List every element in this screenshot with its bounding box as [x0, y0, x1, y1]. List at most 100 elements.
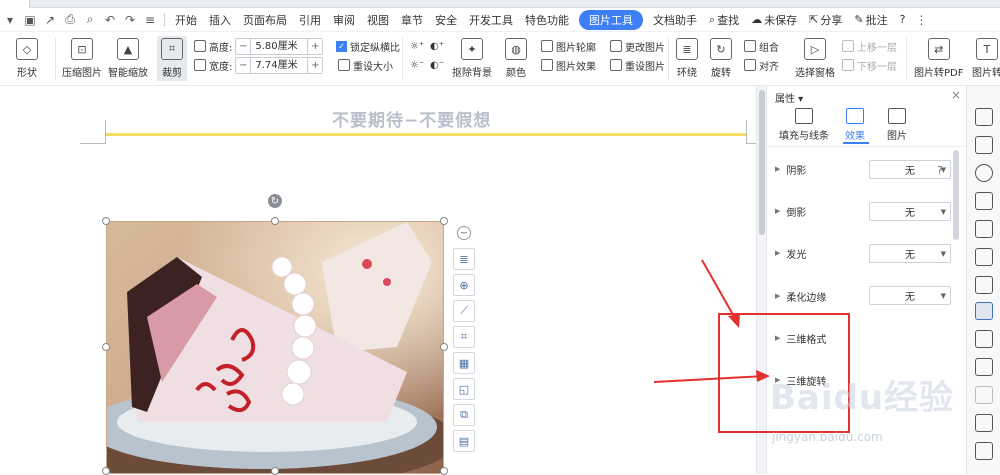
style-icon[interactable]: ⟋: [453, 300, 475, 322]
soft-edge-row[interactable]: ▶ 柔化边缘: [775, 286, 826, 306]
tab-insert[interactable]: 插入: [203, 10, 237, 30]
tab-layout[interactable]: 页面布局: [237, 10, 293, 30]
bar-chart-icon[interactable]: [975, 276, 993, 294]
image-panel-icon[interactable]: [975, 442, 993, 460]
zoom-icon[interactable]: ⊕: [453, 274, 475, 296]
tab-view[interactable]: 视图: [361, 10, 395, 30]
outline-button[interactable]: 图片轮廓: [541, 37, 596, 55]
tab-review[interactable]: 审阅: [327, 10, 361, 30]
share-out-icon[interactable]: [975, 358, 993, 376]
image-icon[interactable]: [975, 330, 993, 348]
effect-button[interactable]: 图片效果: [541, 56, 596, 74]
height-input[interactable]: 5.80厘米: [250, 38, 309, 54]
print-icon[interactable]: ⎙: [62, 12, 78, 28]
reset-size-button[interactable]: 重设大小: [338, 56, 393, 74]
image-more-icon[interactable]: ▤: [453, 430, 475, 452]
width-decrease-button[interactable]: −: [236, 60, 250, 71]
layers-icon[interactable]: [975, 386, 993, 404]
resize-handle-tl[interactable]: [102, 217, 110, 225]
customize-icon[interactable]: ≡: [142, 12, 158, 28]
sliders-icon[interactable]: [975, 302, 993, 320]
panel-title[interactable]: 属性 ▾: [775, 90, 803, 105]
image-extract-icon[interactable]: ◱: [453, 378, 475, 400]
contrast-down-button[interactable]: ◐⁻: [430, 56, 444, 74]
color-button[interactable]: ◍ 颜色: [505, 38, 527, 79]
contrast-up-button[interactable]: ◐⁺: [430, 37, 444, 55]
comment-button[interactable]: ✎ 批注: [848, 10, 893, 30]
width-spinner[interactable]: −7.74厘米 +: [235, 56, 324, 74]
reflection-row[interactable]: ▶ 倒影: [775, 201, 806, 221]
export-icon[interactable]: ↗: [42, 12, 58, 28]
tab-security[interactable]: 安全: [429, 10, 463, 30]
image-edit-icon[interactable]: ▦: [453, 352, 475, 374]
box-icon[interactable]: [975, 414, 993, 432]
save-icon[interactable]: ▣: [22, 12, 38, 28]
tab-effect[interactable]: 效果: [845, 108, 865, 142]
tab-picture-tools[interactable]: 图片工具: [579, 9, 643, 30]
shapes-icon[interactable]: [975, 192, 993, 210]
tab-fill-line[interactable]: 填充与线条: [779, 108, 829, 142]
lock-ratio-checkbox[interactable]: ✓ 锁定纵横比: [336, 37, 400, 55]
reset-pic-button[interactable]: 重设图片: [610, 56, 665, 74]
resize-handle-tr[interactable]: [440, 217, 448, 225]
down-layer-button[interactable]: 下移一层: [842, 56, 897, 74]
select-pane-button[interactable]: ▷ 选择窗格: [795, 38, 835, 79]
rotate-handle-icon[interactable]: ↻: [268, 194, 282, 208]
scrollbar-thumb[interactable]: [759, 90, 765, 235]
pen-icon[interactable]: [975, 108, 993, 126]
up-layer-button[interactable]: 上移一层: [842, 37, 897, 55]
height-decrease-button[interactable]: −: [236, 41, 250, 52]
chart-icon[interactable]: [975, 248, 993, 266]
shadow-select[interactable]: 无 ▼: [869, 160, 951, 179]
brightness-down-button[interactable]: ☼⁻: [410, 56, 424, 74]
crop-tool-icon[interactable]: ⌗: [453, 326, 475, 348]
to-pdf-button[interactable]: ⇄ 图片转PDF: [914, 38, 963, 79]
more-icon[interactable]: ⋮: [913, 12, 929, 28]
redo-icon[interactable]: ↷: [122, 12, 138, 28]
cursor-icon[interactable]: [975, 136, 993, 154]
location-icon[interactable]: [975, 164, 993, 182]
tab-references[interactable]: 引用: [293, 10, 327, 30]
resize-handle-left[interactable]: [102, 343, 110, 351]
glow-select[interactable]: 无 ▼: [869, 244, 951, 263]
change-pic-button[interactable]: 更改图片: [610, 37, 665, 55]
rotate-button[interactable]: ↻ 旋转: [710, 38, 732, 79]
brightness-up-button[interactable]: ☼⁺: [410, 37, 424, 55]
remove-bg-button[interactable]: ✦ 抠除背景: [452, 38, 492, 79]
undo-icon[interactable]: ↶: [102, 12, 118, 28]
panel-scrollbar-thumb[interactable]: [953, 150, 959, 240]
wrap-button[interactable]: ≣ 环绕: [676, 38, 698, 79]
tab-doc-assistant[interactable]: 文档助手: [647, 10, 703, 30]
to-text-button[interactable]: T 图片转: [972, 38, 1000, 79]
tab-chapter[interactable]: 章节: [395, 10, 429, 30]
unsaved-button[interactable]: ☁ 未保存: [745, 10, 803, 30]
glow-row[interactable]: ▶ 发光: [775, 243, 806, 263]
layout-options-icon[interactable]: ≣: [453, 248, 475, 270]
tab-start[interactable]: 开始: [169, 10, 203, 30]
shape-button[interactable]: ◇ 形状: [16, 38, 38, 79]
tab-developer[interactable]: 开发工具: [463, 10, 519, 30]
help-button[interactable]: ?: [894, 10, 912, 30]
document-tab[interactable]: [0, 0, 30, 8]
preview-icon[interactable]: ⌕: [82, 12, 98, 28]
width-input[interactable]: 7.74厘米: [250, 57, 309, 73]
height-increase-button[interactable]: +: [308, 41, 322, 52]
smart-zoom-button[interactable]: ▲ 智能缩放: [108, 38, 148, 79]
height-spinner[interactable]: −5.80厘米 +: [235, 37, 324, 55]
tab-picture[interactable]: 图片: [887, 108, 907, 142]
align-button[interactable]: 对齐: [744, 56, 779, 74]
bucket-icon[interactable]: [975, 220, 993, 238]
resize-handle-right[interactable]: [440, 343, 448, 351]
page-header-text[interactable]: 不要期待−不要假想: [332, 106, 491, 131]
width-increase-button[interactable]: +: [308, 60, 322, 71]
compress-button[interactable]: ⊡ 压缩图片: [62, 38, 102, 79]
group-button[interactable]: 组合: [744, 37, 779, 55]
tab-features[interactable]: 特色功能: [519, 10, 575, 30]
shadow-row[interactable]: ▶ 阴影: [775, 159, 806, 179]
collapse-icon[interactable]: −: [457, 226, 471, 240]
crop-button[interactable]: ⌗ 裁剪: [157, 36, 187, 81]
image-copy-icon[interactable]: ⧉: [453, 404, 475, 426]
share-button[interactable]: ⇱ 分享: [803, 10, 848, 30]
close-icon[interactable]: ×: [951, 88, 961, 102]
menu-toggle-icon[interactable]: ▾: [2, 12, 18, 28]
